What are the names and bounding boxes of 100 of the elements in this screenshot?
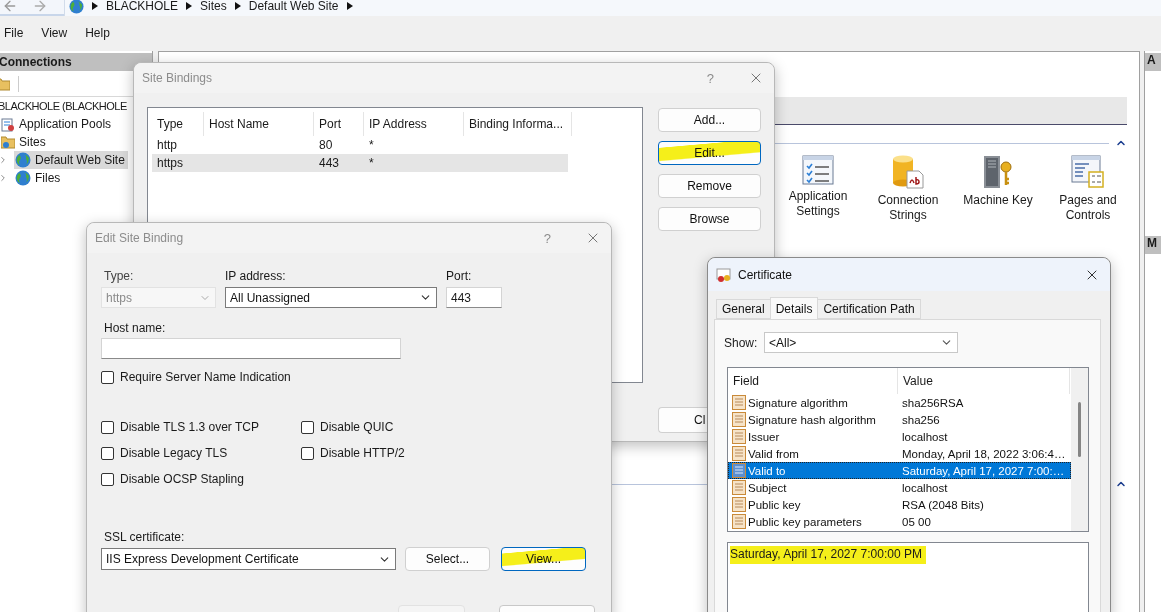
field-row[interactable]: Signature algorithm sha256RSA: [728, 394, 1071, 411]
feature-label[interactable]: Connection Strings: [869, 193, 947, 223]
field-label: Host name:: [103, 321, 167, 335]
checkbox-option[interactable]: Disable QUIC: [301, 418, 501, 436]
column-header[interactable]: Field: [728, 368, 898, 394]
menu-item[interactable]: File: [4, 23, 32, 42]
caret-icon: [186, 2, 193, 10]
field-value: localhost: [902, 481, 948, 494]
expander-icon[interactable]: [0, 173, 8, 183]
checkbox[interactable]: [101, 472, 114, 486]
field-label: Show:: [724, 335, 759, 350]
field-row[interactable]: Valid from Monday, April 18, 2022 3:06:4…: [728, 445, 1071, 462]
field-value: Monday, April 18, 2022 3:06:4…: [902, 447, 1066, 460]
dialog-button[interactable]: View...: [501, 547, 586, 571]
dialog-button[interactable]: Edit...: [658, 141, 761, 165]
dialog-button[interactable]: Cl: [658, 407, 708, 433]
ip-dropdown[interactable]: All Unassigned: [225, 287, 437, 308]
tab[interactable]: Details: [769, 297, 819, 319]
panel-header: Connections: [0, 53, 152, 71]
tree-item[interactable]: Default Web Site: [14, 151, 128, 169]
checkbox-option[interactable]: Disable OCSP Stapling: [101, 470, 301, 488]
form-window-icon: [1071, 155, 1105, 189]
scrollbar[interactable]: [1071, 368, 1088, 531]
table-cell-text: 443: [318, 155, 341, 172]
certificate-dropdown[interactable]: IIS Express Development Certificate: [101, 548, 396, 570]
caret-icon: [234, 2, 241, 10]
table-cell-text: https: [156, 155, 184, 172]
breadcrumb-item[interactable]: Sites: [200, 0, 227, 13]
column-header[interactable]: Host Name: [204, 112, 314, 136]
checkbox[interactable]: [101, 446, 114, 460]
field-name: Signature algorithm: [748, 396, 848, 409]
dialog-button[interactable]: Select...: [405, 547, 490, 571]
certificate-icon: [716, 266, 732, 283]
checkbox[interactable]: [301, 420, 314, 434]
show-dropdown[interactable]: <All>: [764, 332, 958, 353]
globe-icon: [15, 170, 31, 186]
checkbox-option[interactable]: Disable HTTP/2: [301, 444, 501, 462]
dialog-button[interactable]: Add...: [658, 108, 761, 132]
column-header[interactable]: IP Address: [364, 112, 464, 136]
breadcrumb-item[interactable]: Default Web Site: [248, 0, 339, 13]
field-row[interactable]: Public key parameters 05 00: [728, 513, 1071, 530]
binding-row[interactable]: http 80 *: [152, 136, 568, 154]
tab[interactable]: Certification Path: [817, 299, 921, 319]
document-icon: [732, 480, 746, 495]
feature-label[interactable]: Application Settings: [779, 189, 857, 219]
checkbox-label: Disable QUIC: [320, 420, 394, 434]
breadcrumb-item[interactable]: BLACKHOLE: [106, 0, 179, 13]
field-row[interactable]: Subject localhost: [728, 479, 1071, 496]
field-row[interactable]: Valid to Saturday, April 17, 2027 7:00:…: [728, 462, 1071, 479]
menu-item[interactable]: Help: [85, 23, 118, 42]
checkbox-label: Disable TLS 1.3 over TCP: [120, 420, 259, 434]
field-label: IP address:: [225, 269, 287, 283]
checkbox[interactable]: [101, 420, 114, 434]
feature-label[interactable]: Pages and Controls: [1049, 193, 1127, 223]
folder-icon[interactable]: [0, 76, 10, 91]
panel-header: M: [1145, 236, 1161, 254]
dialog-button[interactable]: Browse: [658, 207, 761, 231]
globe-icon: [15, 152, 31, 168]
field-label: SSL certificate:: [103, 530, 186, 544]
field-name: Subject: [748, 481, 787, 494]
tree-item[interactable]: Files: [14, 169, 64, 187]
panel-header: A: [1145, 53, 1161, 71]
tab[interactable]: General: [716, 299, 771, 319]
feature-label[interactable]: Machine Key: [963, 193, 1033, 208]
field-label: Type:: [103, 269, 135, 283]
expander-icon[interactable]: [0, 155, 8, 165]
document-icon: [732, 429, 746, 444]
tree-item[interactable]: Application Pools: [0, 115, 115, 133]
menu-item[interactable]: View: [41, 23, 76, 42]
checkbox[interactable]: [301, 446, 314, 460]
field-value: 05 00: [902, 515, 931, 528]
column-header[interactable]: Port: [314, 112, 364, 136]
back-icon[interactable]: [2, 0, 18, 14]
tree-item[interactable]: Sites: [0, 133, 49, 151]
document-icon: [732, 497, 746, 512]
binding-row[interactable]: https 443 *: [152, 154, 568, 172]
forward-icon[interactable]: [32, 0, 48, 14]
dialog-title: Site Bindings: [142, 71, 214, 85]
field-row[interactable]: Signature hash algorithm sha256: [728, 411, 1071, 428]
host-name-field[interactable]: [101, 338, 401, 359]
checkbox-label: Disable OCSP Stapling: [120, 472, 244, 486]
checkbox[interactable]: [101, 370, 114, 384]
caret-icon: [92, 2, 98, 10]
column-header[interactable]: Binding Informa...: [464, 112, 572, 136]
field-value: Saturday, April 17, 2027 7:00:…: [902, 464, 1065, 477]
document-icon: [732, 514, 746, 529]
checkbox-option[interactable]: Disable TLS 1.3 over TCP: [101, 418, 301, 436]
field-row[interactable]: Issuer localhost: [728, 428, 1071, 445]
column-header[interactable]: Type: [152, 112, 204, 136]
field-value: sha256: [902, 413, 940, 426]
column-header[interactable]: Value: [898, 368, 1070, 394]
port-field[interactable]: 443: [446, 287, 502, 308]
field-value: RSA (2048 Bits): [902, 498, 984, 511]
document-icon: [732, 446, 746, 461]
checkbox-option[interactable]: Disable Legacy TLS: [101, 444, 301, 462]
dialog-button[interactable]: Remove: [658, 174, 761, 198]
checkbox-label: Disable Legacy TLS: [120, 446, 228, 460]
field-row[interactable]: Public key RSA (2048 Bits): [728, 496, 1071, 513]
checkbox-option[interactable]: Require Server Name Indication: [101, 368, 611, 386]
field-name: Issuer: [748, 430, 780, 443]
